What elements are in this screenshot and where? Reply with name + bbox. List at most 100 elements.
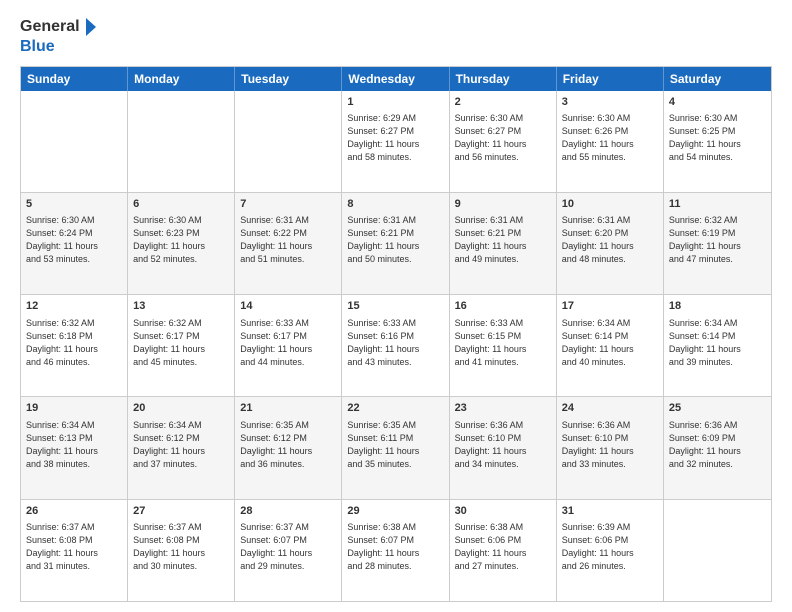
header: General Blue [20, 16, 772, 56]
day-number: 20 [133, 401, 229, 416]
day-number: 31 [562, 504, 658, 519]
day-number: 14 [240, 299, 336, 314]
day-info: Sunrise: 6:31 AM Sunset: 6:21 PM Dayligh… [455, 214, 551, 266]
calendar-cell: 28 Sunrise: 6:37 AM Sunset: 6:07 PM Dayli… [235, 500, 342, 601]
day-info: Sunrise: 6:31 AM Sunset: 6:22 PM Dayligh… [240, 214, 336, 266]
day-info: Sunrise: 6:38 AM Sunset: 6:07 PM Dayligh… [347, 521, 443, 573]
day-info: Sunrise: 6:34 AM Sunset: 6:14 PM Dayligh… [562, 317, 658, 369]
calendar-cell: 7 Sunrise: 6:31 AM Sunset: 6:22 PM Daylig… [235, 193, 342, 294]
calendar-cell: 29 Sunrise: 6:38 AM Sunset: 6:07 PM Dayli… [342, 500, 449, 601]
day-number: 8 [347, 197, 443, 212]
day-info: Sunrise: 6:34 AM Sunset: 6:14 PM Dayligh… [669, 317, 766, 369]
day-number: 7 [240, 197, 336, 212]
calendar-header-cell: Thursday [450, 67, 557, 91]
logo-triangle-icon [82, 16, 98, 38]
day-info: Sunrise: 6:30 AM Sunset: 6:27 PM Dayligh… [455, 112, 551, 164]
page: General Blue SundayMondayTuesdayWednesda… [0, 0, 792, 612]
day-number: 5 [26, 197, 122, 212]
day-info: Sunrise: 6:33 AM Sunset: 6:17 PM Dayligh… [240, 317, 336, 369]
calendar-cell: 13 Sunrise: 6:32 AM Sunset: 6:17 PM Dayli… [128, 295, 235, 396]
day-number: 29 [347, 504, 443, 519]
day-info: Sunrise: 6:35 AM Sunset: 6:12 PM Dayligh… [240, 419, 336, 471]
day-info: Sunrise: 6:30 AM Sunset: 6:26 PM Dayligh… [562, 112, 658, 164]
calendar-cell: 1Sunrise: 6:29 AM Sunset: 6:27 PM Daylig… [342, 91, 449, 192]
calendar-header-cell: Sunday [21, 67, 128, 91]
calendar-cell: 19 Sunrise: 6:34 AM Sunset: 6:13 PM Dayli… [21, 397, 128, 498]
day-number: 19 [26, 401, 122, 416]
calendar-cell [128, 91, 235, 192]
day-number: 13 [133, 299, 229, 314]
calendar-cell: 6 Sunrise: 6:30 AM Sunset: 6:23 PM Daylig… [128, 193, 235, 294]
calendar-cell: 18 Sunrise: 6:34 AM Sunset: 6:14 PM Dayli… [664, 295, 771, 396]
day-number: 17 [562, 299, 658, 314]
day-number: 15 [347, 299, 443, 314]
day-number: 30 [455, 504, 551, 519]
day-info: Sunrise: 6:31 AM Sunset: 6:21 PM Dayligh… [347, 214, 443, 266]
calendar-header-cell: Friday [557, 67, 664, 91]
calendar-cell: 26Sunrise: 6:37 AM Sunset: 6:08 PM Dayli… [21, 500, 128, 601]
day-number: 9 [455, 197, 551, 212]
day-info: Sunrise: 6:30 AM Sunset: 6:23 PM Dayligh… [133, 214, 229, 266]
day-info: Sunrise: 6:39 AM Sunset: 6:06 PM Dayligh… [562, 521, 658, 573]
day-info: Sunrise: 6:32 AM Sunset: 6:19 PM Dayligh… [669, 214, 766, 266]
day-number: 6 [133, 197, 229, 212]
day-info: Sunrise: 6:37 AM Sunset: 6:08 PM Dayligh… [133, 521, 229, 573]
calendar-header-cell: Tuesday [235, 67, 342, 91]
day-info: Sunrise: 6:37 AM Sunset: 6:07 PM Dayligh… [240, 521, 336, 573]
calendar: SundayMondayTuesdayWednesdayThursdayFrid… [20, 66, 772, 602]
day-number: 12 [26, 299, 122, 314]
day-info: Sunrise: 6:36 AM Sunset: 6:10 PM Dayligh… [562, 419, 658, 471]
day-info: Sunrise: 6:33 AM Sunset: 6:15 PM Dayligh… [455, 317, 551, 369]
calendar-cell: 14 Sunrise: 6:33 AM Sunset: 6:17 PM Dayli… [235, 295, 342, 396]
calendar-cell: 17 Sunrise: 6:34 AM Sunset: 6:14 PM Dayli… [557, 295, 664, 396]
calendar-cell: 21Sunrise: 6:35 AM Sunset: 6:12 PM Dayli… [235, 397, 342, 498]
calendar-cell: 12 Sunrise: 6:32 AM Sunset: 6:18 PM Dayli… [21, 295, 128, 396]
calendar-cell: 3Sunrise: 6:30 AM Sunset: 6:26 PM Daylig… [557, 91, 664, 192]
day-info: Sunrise: 6:30 AM Sunset: 6:25 PM Dayligh… [669, 112, 766, 164]
day-info: Sunrise: 6:33 AM Sunset: 6:16 PM Dayligh… [347, 317, 443, 369]
day-info: Sunrise: 6:32 AM Sunset: 6:17 PM Dayligh… [133, 317, 229, 369]
day-number: 4 [669, 95, 766, 110]
calendar-cell: 11Sunrise: 6:32 AM Sunset: 6:19 PM Dayli… [664, 193, 771, 294]
day-info: Sunrise: 6:36 AM Sunset: 6:09 PM Dayligh… [669, 419, 766, 471]
logo-text-block: General Blue [20, 16, 98, 56]
day-number: 16 [455, 299, 551, 314]
day-info: Sunrise: 6:31 AM Sunset: 6:20 PM Dayligh… [562, 214, 658, 266]
day-number: 22 [347, 401, 443, 416]
calendar-cell: 16 Sunrise: 6:33 AM Sunset: 6:15 PM Dayli… [450, 295, 557, 396]
logo: General Blue [20, 16, 98, 56]
calendar-cell: 24 Sunrise: 6:36 AM Sunset: 6:10 PM Dayli… [557, 397, 664, 498]
logo-blue: Blue [20, 38, 55, 55]
day-number: 23 [455, 401, 551, 416]
day-info: Sunrise: 6:38 AM Sunset: 6:06 PM Dayligh… [455, 521, 551, 573]
calendar-cell: 5 Sunrise: 6:30 AM Sunset: 6:24 PM Daylig… [21, 193, 128, 294]
calendar-cell: 23 Sunrise: 6:36 AM Sunset: 6:10 PM Dayli… [450, 397, 557, 498]
calendar-cell: 9 Sunrise: 6:31 AM Sunset: 6:21 PM Daylig… [450, 193, 557, 294]
day-number: 27 [133, 504, 229, 519]
day-number: 18 [669, 299, 766, 314]
calendar-cell: 30 Sunrise: 6:38 AM Sunset: 6:06 PM Dayli… [450, 500, 557, 601]
day-info: Sunrise: 6:30 AM Sunset: 6:24 PM Dayligh… [26, 214, 122, 266]
calendar-cell [235, 91, 342, 192]
day-info: Sunrise: 6:36 AM Sunset: 6:10 PM Dayligh… [455, 419, 551, 471]
day-number: 28 [240, 504, 336, 519]
calendar-row: 12 Sunrise: 6:32 AM Sunset: 6:18 PM Dayli… [21, 294, 771, 396]
calendar-cell: 31 Sunrise: 6:39 AM Sunset: 6:06 PM Dayli… [557, 500, 664, 601]
day-info: Sunrise: 6:29 AM Sunset: 6:27 PM Dayligh… [347, 112, 443, 164]
logo-general: General [20, 18, 80, 36]
calendar-row: 1Sunrise: 6:29 AM Sunset: 6:27 PM Daylig… [21, 91, 771, 192]
day-info: Sunrise: 6:34 AM Sunset: 6:13 PM Dayligh… [26, 419, 122, 471]
calendar-header-cell: Monday [128, 67, 235, 91]
day-info: Sunrise: 6:34 AM Sunset: 6:12 PM Dayligh… [133, 419, 229, 471]
calendar-cell: 27 Sunrise: 6:37 AM Sunset: 6:08 PM Dayli… [128, 500, 235, 601]
day-info: Sunrise: 6:32 AM Sunset: 6:18 PM Dayligh… [26, 317, 122, 369]
day-info: Sunrise: 6:35 AM Sunset: 6:11 PM Dayligh… [347, 419, 443, 471]
calendar-cell [664, 500, 771, 601]
day-number: 10 [562, 197, 658, 212]
calendar-cell: 2Sunrise: 6:30 AM Sunset: 6:27 PM Daylig… [450, 91, 557, 192]
calendar-row: 19 Sunrise: 6:34 AM Sunset: 6:13 PM Dayli… [21, 396, 771, 498]
day-number: 26 [26, 504, 122, 519]
calendar-header-cell: Wednesday [342, 67, 449, 91]
day-number: 24 [562, 401, 658, 416]
calendar-row: 26 Sunrise: 6:37 AM Sunset: 6:08 PM Dayli… [21, 499, 771, 601]
